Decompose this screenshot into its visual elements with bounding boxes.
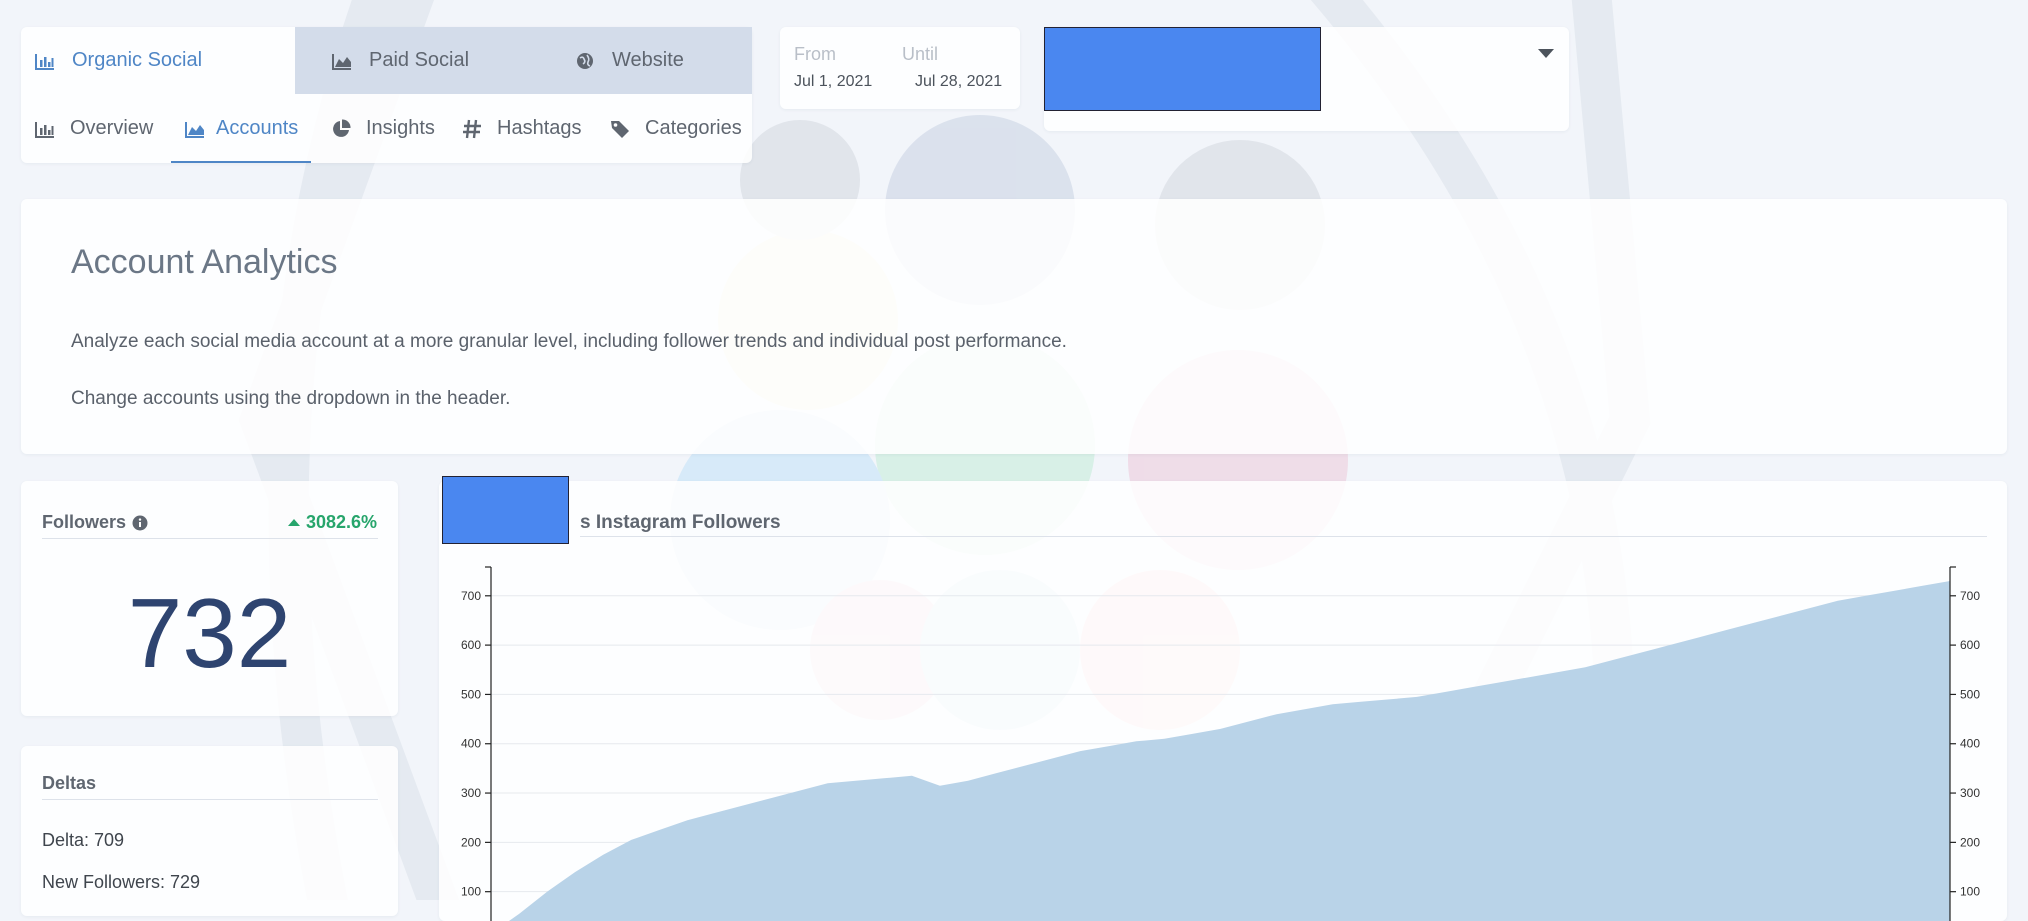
bar-chart-icon [34,118,56,140]
y-tick-label-right: 600 [1960,638,1980,652]
tab-paid-social-label: Paid Social [369,49,470,71]
redacted-account-name [442,476,569,544]
delta-text: Delta: 709 [42,830,125,850]
followers-change-badge: 3082.6% [287,512,377,533]
y-tick-label-right: 400 [1960,737,1980,751]
followers-label: Followers [42,512,127,532]
y-tick-label-right: 500 [1960,687,1980,701]
redacted-account-name [1044,27,1321,111]
y-tick-label-left: 300 [461,786,481,800]
tab-accounts[interactable]: Accounts [171,94,312,163]
divider [42,538,378,539]
area-chart-icon [184,118,206,140]
hashtag-icon [461,118,483,140]
description-hint: Change accounts using the dropdown in th… [71,388,511,409]
tab-categories-label: Categories [645,117,742,139]
tag-icon [609,118,631,140]
y-tick-label-left: 500 [461,687,481,701]
globe-icon [574,50,596,72]
y-tick-label-left: 400 [461,737,481,751]
bar-chart-icon [34,50,56,72]
y-tick-label-right: 300 [1960,786,1980,800]
y-tick-label-left: 700 [461,589,481,603]
followers-heading: Followers [42,512,148,533]
chart-title: s Instagram Followers [580,512,781,533]
y-tick-label-left: 100 [461,885,481,899]
followers-area-series [508,581,1950,921]
tab-website[interactable]: Website [568,27,752,94]
y-tick-label-left: 200 [461,835,481,849]
date-range-picker: From Jul 1, 2021 Until Jul 28, 2021 [780,27,1020,109]
y-tick-label-right: 200 [1960,835,1980,849]
tab-hashtags[interactable]: Hashtags [461,94,582,163]
tab-accounts-label: Accounts [216,117,299,139]
section-nav: Organic Social Paid Social Website Overv… [21,27,752,163]
deltas-heading: Deltas [42,773,97,793]
tab-overview[interactable]: Overview [34,94,153,163]
tab-overview-label: Overview [70,117,154,139]
tab-organic-social-label: Organic Social [72,49,203,71]
from-label: From [794,44,836,64]
followers-chart-card: 100 100 200 200 300 300 400 400 500 500 600 600 700 7… [439,476,2007,921]
divider [42,799,378,800]
new-followers-text: New Followers: 729 [42,872,201,892]
area-chart-icon [331,50,353,72]
info-circle-icon[interactable] [132,515,148,531]
caret-up-icon [287,519,300,526]
y-tick-label-right: 100 [1960,885,1980,899]
tab-categories[interactable]: Categories [609,94,742,163]
followers-change-value: 3082.6% [305,512,377,532]
page-title: Account Analytics [71,243,338,281]
y-tick-label-left: 600 [461,638,481,652]
tab-organic-social[interactable]: Organic Social [21,27,295,94]
account-selector[interactable] [1044,27,1569,131]
pie-chart-icon [330,118,352,140]
deltas-card: Deltas Delta: 709 New Followers: 729 [21,746,398,916]
caret-down-icon[interactable] [1538,49,1554,58]
primary-tab-bar: Organic Social Paid Social Website [21,27,752,94]
followers-card: Followers 3082.6% 732 [21,481,398,716]
tab-insights[interactable]: Insights [330,94,435,163]
until-date[interactable]: Jul 28, 2021 [915,73,1002,91]
secondary-tab-bar: Overview Accounts Insights Hashtags Cate… [21,94,752,163]
account-analytics-card: Account Analytics Analyze each social me… [21,199,2007,454]
tab-website-label: Website [612,49,684,71]
description-text: Analyze each social media account at a m… [71,331,1067,352]
tab-paid-social[interactable]: Paid Social [295,27,568,94]
divider [580,536,1987,537]
tab-hashtags-label: Hashtags [497,117,582,139]
tab-insights-label: Insights [366,117,435,139]
followers-area-chart: 100 100 200 200 300 300 400 400 500 500 600 600 700 7… [461,566,1980,921]
y-tick-label-right: 700 [1960,589,1980,603]
followers-count: 732 [127,578,292,688]
until-label: Until [902,44,939,64]
from-date[interactable]: Jul 1, 2021 [794,73,872,91]
